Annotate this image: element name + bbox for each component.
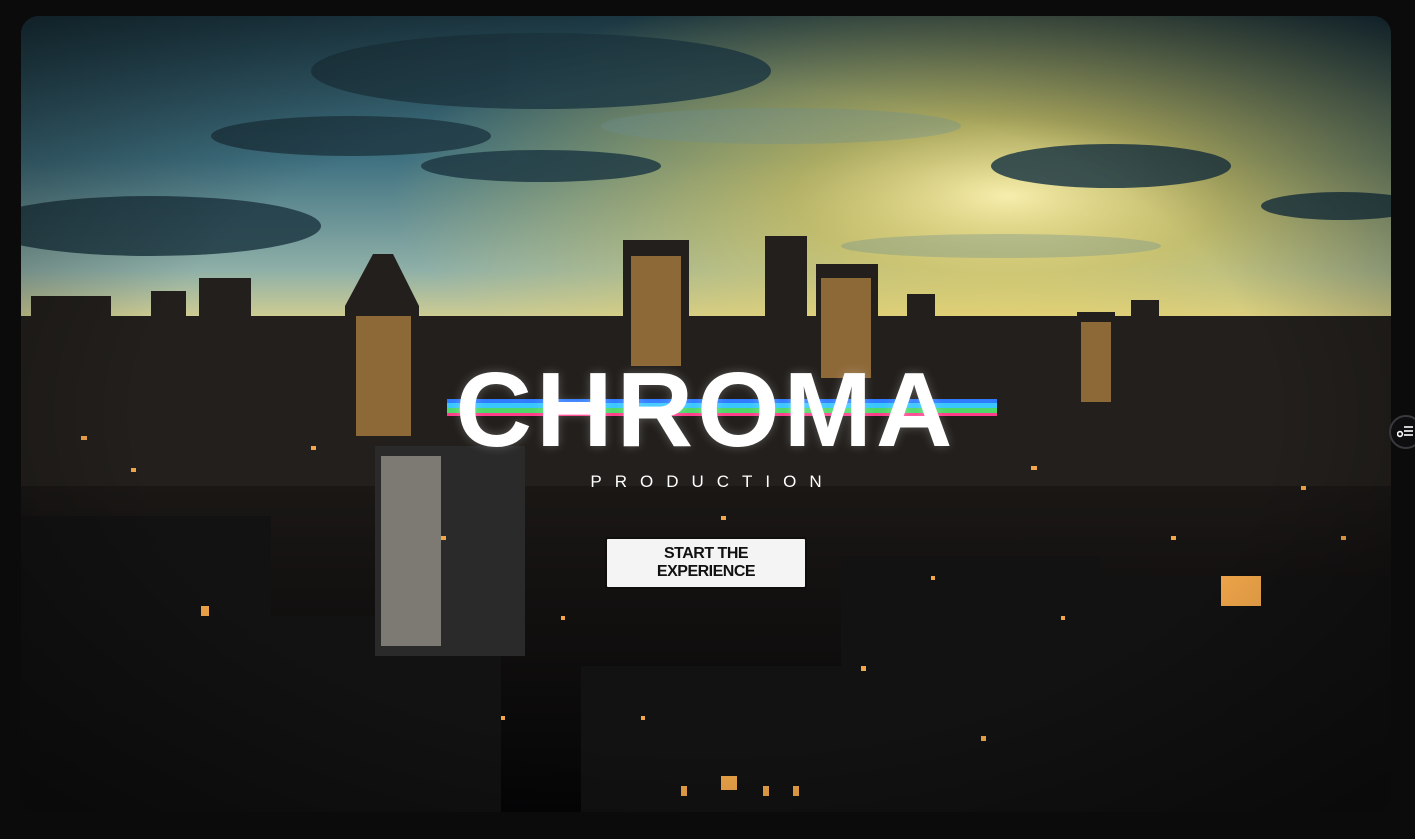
- brand-wordmark: CHROMA: [455, 351, 957, 469]
- start-experience-button[interactable]: START THE EXPERIENCE: [607, 539, 805, 587]
- hero-frame: CHROMA PRODUCTION START THE EXPERIENCE: [21, 16, 1391, 812]
- brand-tagline: PRODUCTION: [590, 472, 835, 491]
- settings-toggle-button[interactable]: [1389, 415, 1415, 449]
- settings-sliders-icon: [1397, 426, 1413, 438]
- brand-logo: CHROMA: [21, 351, 1391, 469]
